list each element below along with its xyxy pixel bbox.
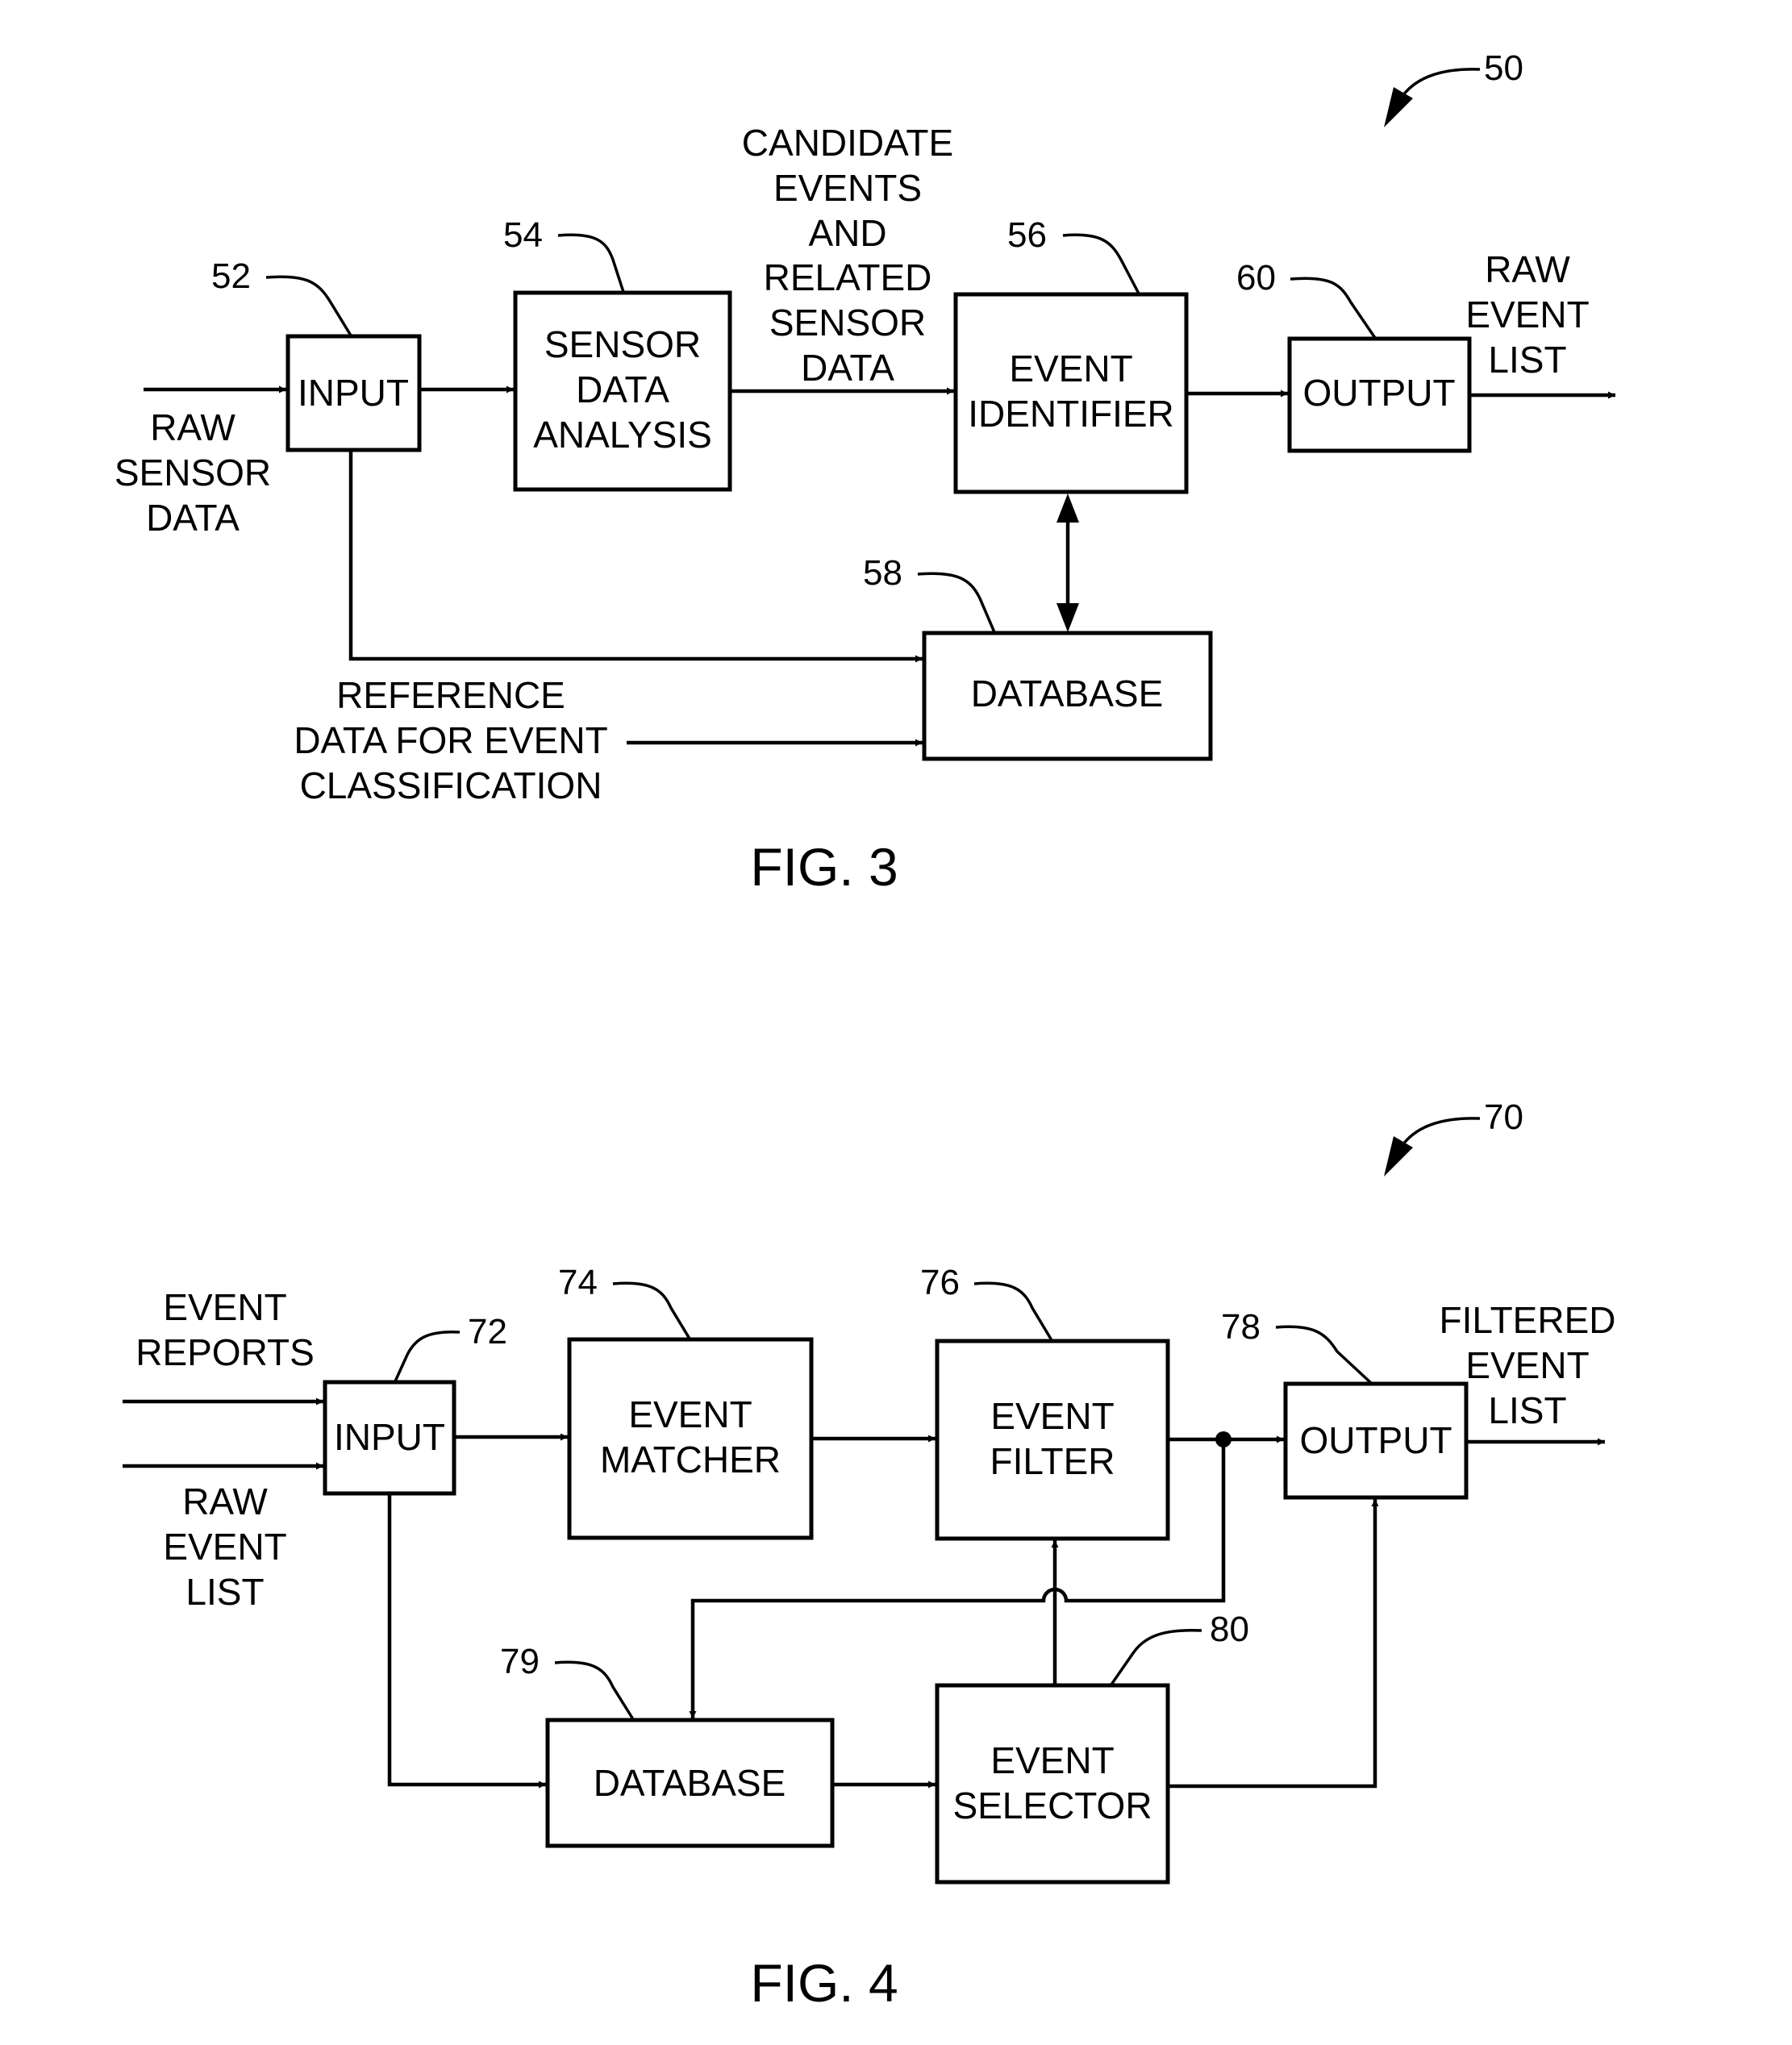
block-input-72: INPUT 72 [323, 1312, 507, 1496]
event-selector-label-line2: SELECTOR [952, 1785, 1152, 1826]
ref-arrow-50-shaft [1398, 68, 1481, 102]
label-candidate-events: CANDIDATE EVENTS AND RELATED SENSOR DATA [742, 122, 953, 389]
event-reports-line1: EVENT [163, 1286, 286, 1328]
arrow-input-to-database-fig4 [387, 1493, 546, 1789]
filtered-event-list-line3: LIST [1488, 1389, 1566, 1431]
figure-4: 70 INPUT 72 EVENT MATCHER 74 EVENT FILTE… [123, 1097, 1615, 2013]
ref-arrow-70-head-icon [1384, 1136, 1413, 1177]
event-reports-line2: REPORTS [135, 1331, 315, 1373]
label-event-reports: EVENT REPORTS [135, 1286, 315, 1373]
leader-line-74 [612, 1281, 691, 1339]
event-matcher-label-line2: MATCHER [600, 1439, 781, 1481]
figure-3-caption: FIG. 3 [750, 837, 898, 897]
reference-data-line1: REFERENCE [336, 674, 565, 716]
ref-arrow-70-shaft [1398, 1117, 1481, 1151]
raw-sensor-data-line3: DATA [146, 497, 240, 539]
arrowhead-up-icon [1056, 494, 1079, 523]
leader-line-79 [554, 1660, 635, 1720]
event-identifier-label-line2: IDENTIFIER [968, 393, 1174, 435]
arrowhead-down-icon [1056, 603, 1079, 632]
sensor-data-analysis-label-line1: SENSOR [544, 323, 701, 365]
ref-label-50: 50 [1484, 48, 1523, 88]
figure-4-reference: 70 [1384, 1097, 1523, 1177]
candidate-events-line5: SENSOR [769, 302, 926, 344]
patent-drawing-sheet: 50 INPUT 52 SENSOR DATA ANALYSIS 54 EVEN… [115, 48, 1616, 2013]
block-database-58: DATABASE 58 [863, 553, 1213, 761]
event-selector-label-line1: EVENT [990, 1739, 1114, 1781]
input-label-fig4: INPUT [334, 1416, 445, 1458]
raw-event-list-in-line1: RAW [182, 1481, 268, 1522]
sensor-data-analysis-label-line2: DATA [576, 369, 669, 410]
block-output-60: OUTPUT 60 [1236, 258, 1472, 453]
candidate-events-line1: CANDIDATE [742, 122, 953, 164]
event-matcher-label-line1: EVENT [628, 1393, 752, 1435]
leader-line-52 [265, 275, 352, 336]
label-raw-sensor-data: RAW SENSOR DATA [115, 406, 271, 539]
ref-label-54: 54 [503, 215, 543, 255]
leader-line-76 [973, 1281, 1053, 1341]
ref-label-56: 56 [1007, 215, 1047, 255]
ref-arrow-50-head-icon [1384, 87, 1413, 127]
block-event-matcher-74: EVENT MATCHER 74 [558, 1263, 814, 1540]
ref-label-74: 74 [558, 1263, 598, 1302]
leader-line-78 [1275, 1325, 1373, 1385]
ref-label-80: 80 [1210, 1610, 1249, 1649]
block-output-78: OUTPUT 78 [1221, 1307, 1469, 1500]
ref-label-52: 52 [211, 256, 251, 296]
label-raw-event-list-in: RAW EVENT LIST [163, 1481, 286, 1613]
figure-3: 50 INPUT 52 SENSOR DATA ANALYSIS 54 EVEN… [115, 48, 1615, 897]
raw-sensor-data-line1: RAW [150, 406, 235, 448]
raw-event-list-line2: EVENT [1465, 294, 1589, 335]
leader-line-60 [1290, 277, 1377, 339]
filtered-event-list-line2: EVENT [1465, 1344, 1589, 1386]
ref-label-60: 60 [1236, 258, 1276, 298]
input-label: INPUT [298, 372, 409, 414]
reference-data-line3: CLASSIFICATION [300, 764, 602, 806]
database-label: DATABASE [971, 673, 1164, 714]
raw-event-list-line3: LIST [1488, 339, 1566, 381]
leader-line-58 [917, 572, 996, 633]
block-input-52: INPUT 52 [211, 256, 422, 452]
block-event-identifier-56: EVENT IDENTIFIER 56 [953, 215, 1189, 494]
output-label-fig4: OUTPUT [1299, 1419, 1452, 1461]
output-label: OUTPUT [1302, 372, 1455, 414]
candidate-events-line4: RELATED [764, 256, 932, 298]
database-label-fig4: DATABASE [594, 1762, 786, 1804]
label-raw-event-list-out: RAW EVENT LIST [1465, 248, 1589, 381]
leader-line-54 [557, 233, 625, 293]
ref-label-79: 79 [500, 1642, 540, 1681]
event-selector-box [935, 1683, 1170, 1885]
ref-label-58: 58 [863, 553, 902, 593]
figure-3-reference: 50 [1384, 48, 1523, 127]
ref-label-70: 70 [1484, 1097, 1523, 1137]
raw-event-list-in-line3: LIST [185, 1571, 264, 1613]
ref-label-76: 76 [920, 1263, 960, 1302]
arrow-selector-to-output [1168, 1499, 1379, 1789]
ref-label-78: 78 [1221, 1307, 1261, 1347]
leader-line-80 [1110, 1628, 1202, 1685]
block-database-79: DATABASE 79 [500, 1642, 835, 1848]
sensor-data-analysis-label-line3: ANALYSIS [533, 414, 712, 456]
raw-event-list-line1: RAW [1485, 248, 1570, 290]
filtered-event-list-line1: FILTERED [1440, 1299, 1616, 1341]
block-sensor-data-analysis-54: SENSOR DATA ANALYSIS 54 [503, 215, 732, 492]
block-event-selector-80: EVENT SELECTOR 80 [935, 1610, 1249, 1885]
label-reference-data: REFERENCE DATA FOR EVENT CLASSIFICATION [294, 674, 607, 806]
reference-data-line2: DATA FOR EVENT [294, 719, 607, 761]
leader-line-72 [394, 1331, 461, 1382]
leader-line-56 [1062, 233, 1140, 294]
candidate-events-line6: DATA [801, 347, 894, 389]
figure-4-caption: FIG. 4 [750, 1953, 898, 2013]
event-filter-label-line1: EVENT [990, 1395, 1114, 1437]
event-identifier-label-line1: EVENT [1009, 348, 1132, 389]
candidate-events-line2: EVENTS [773, 167, 922, 209]
raw-event-list-in-line2: EVENT [163, 1526, 286, 1568]
event-filter-label-line2: FILTER [990, 1440, 1115, 1482]
block-event-filter-76: EVENT FILTER 76 [920, 1263, 1170, 1541]
candidate-events-line3: AND [808, 212, 886, 254]
ref-label-72: 72 [468, 1312, 507, 1352]
raw-sensor-data-line2: SENSOR [115, 452, 271, 494]
